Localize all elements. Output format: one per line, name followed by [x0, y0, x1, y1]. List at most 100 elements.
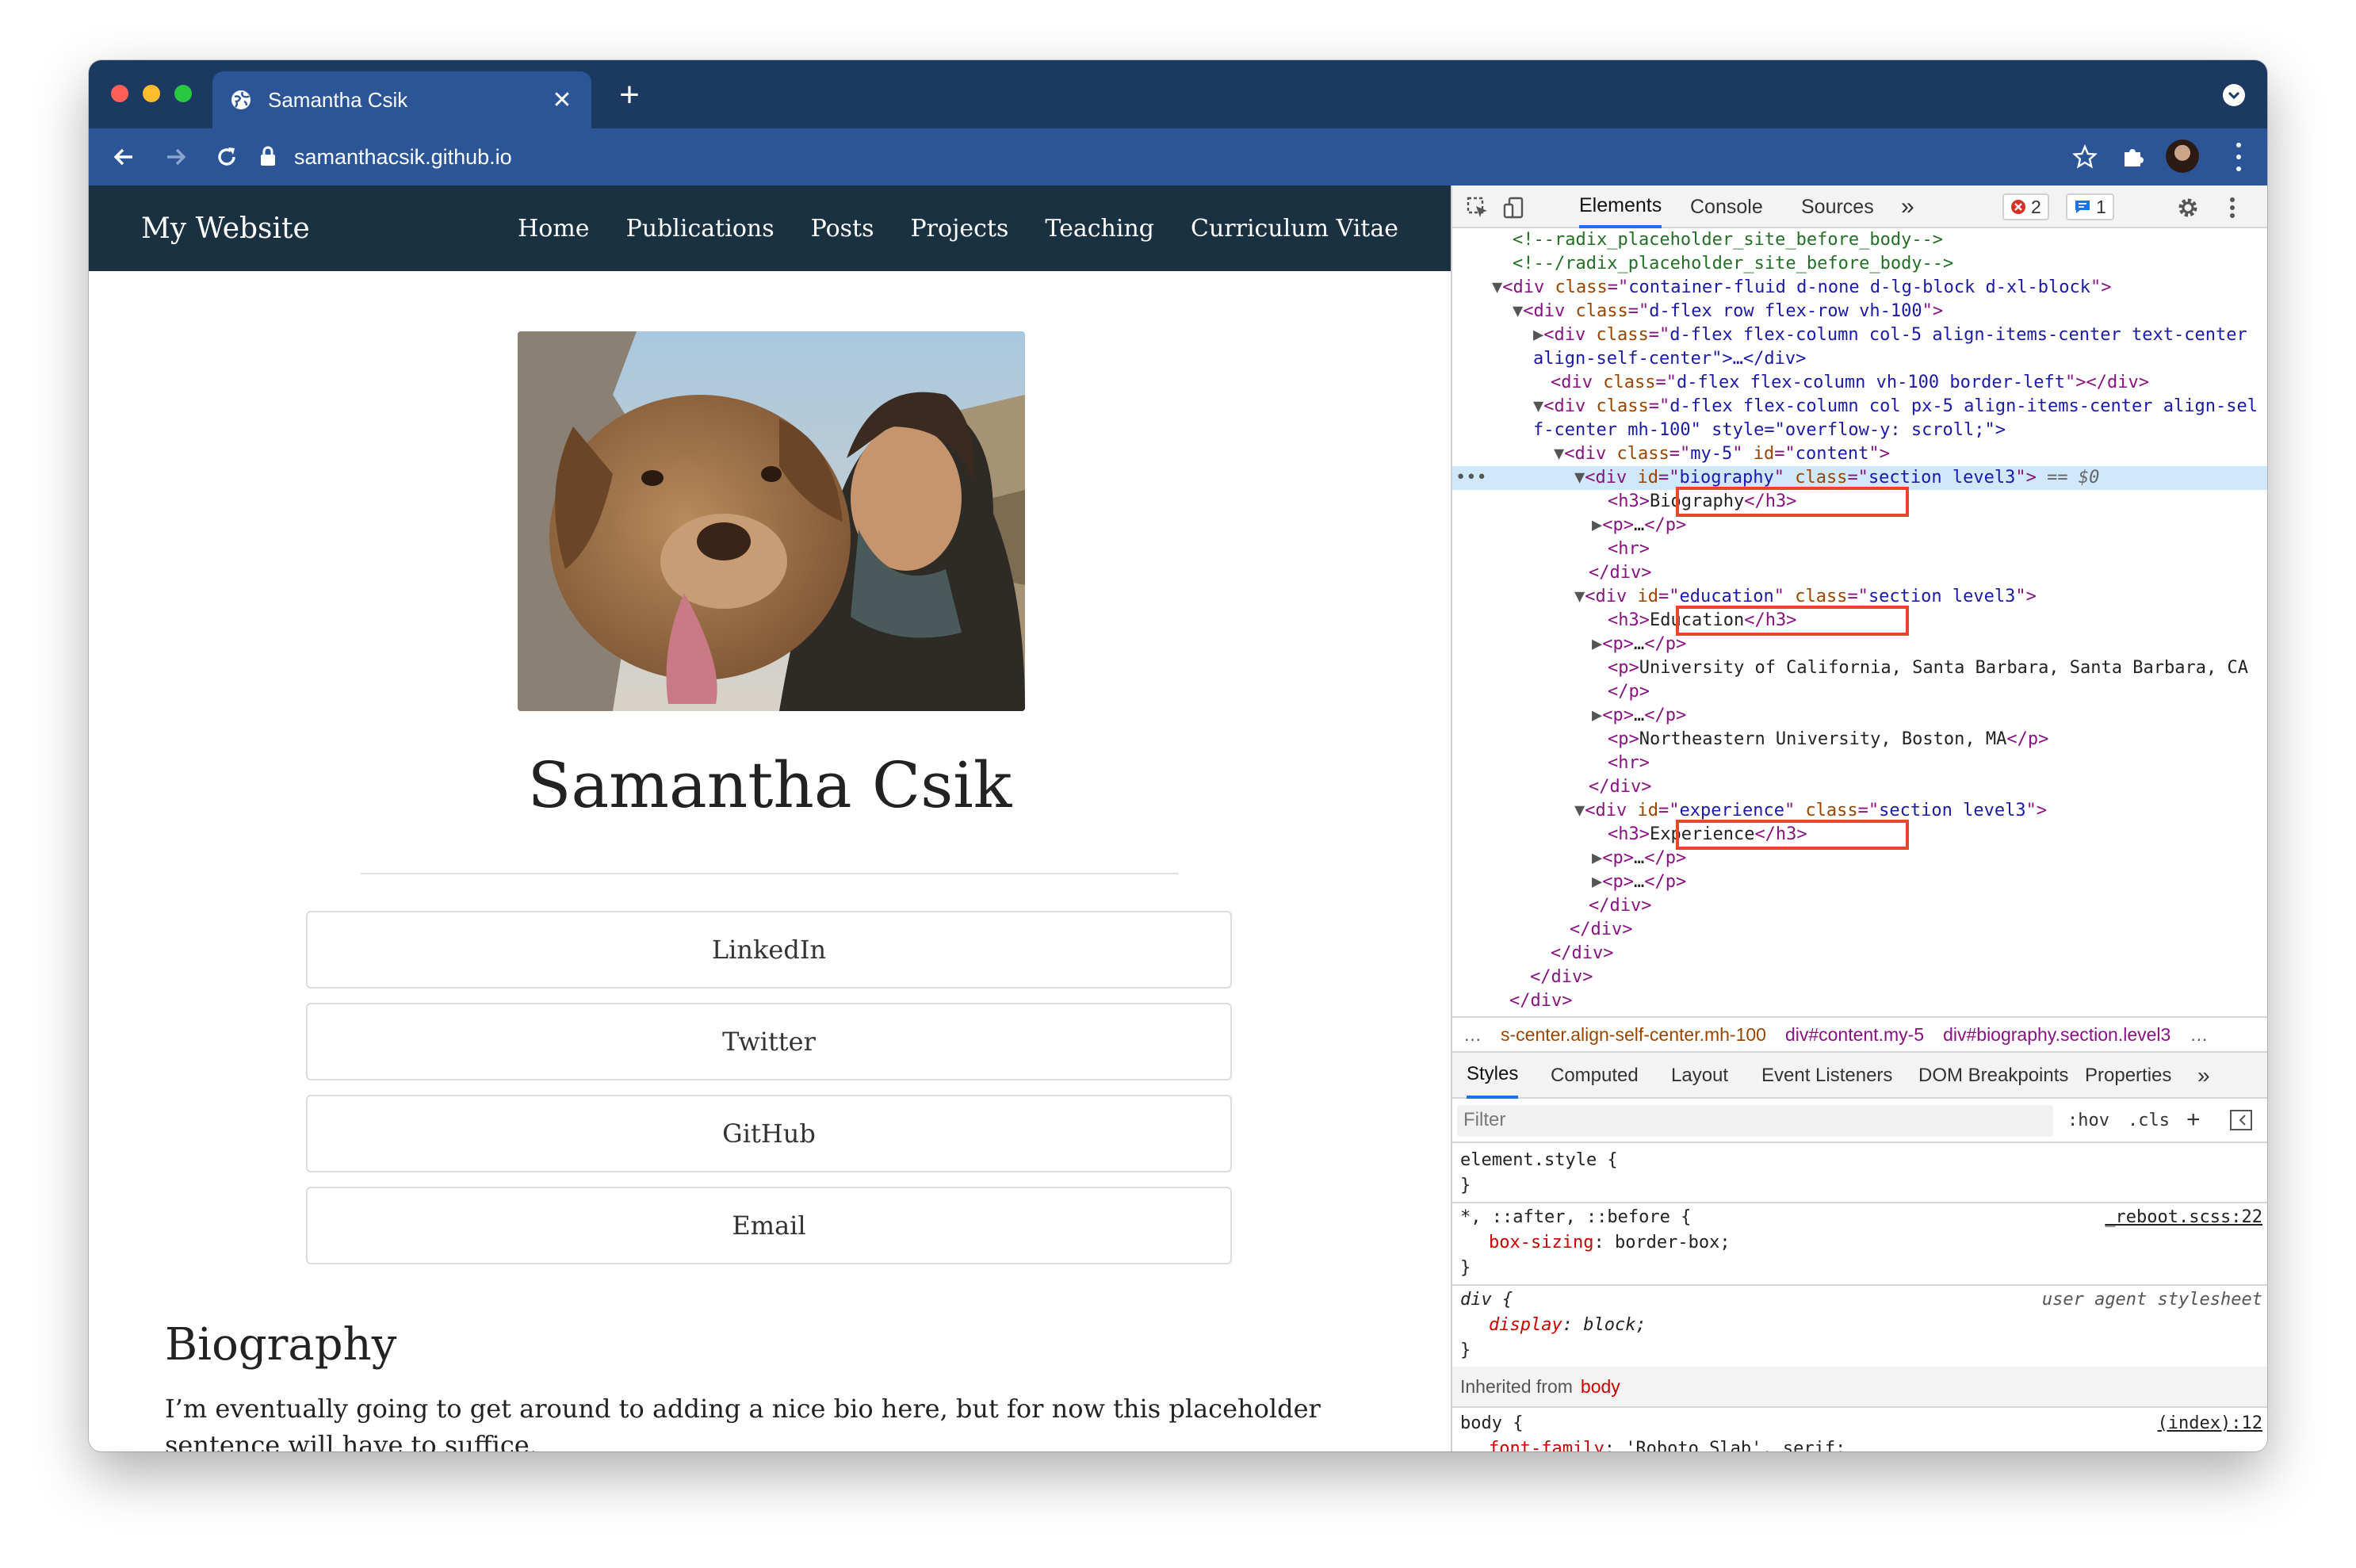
- dom-node[interactable]: ▼<div class="container-fluid d-none d-lg…: [1452, 276, 2267, 300]
- rule-universal-selector[interactable]: *, ::after, ::before {: [1460, 1205, 1691, 1230]
- dom-node[interactable]: </div>: [1452, 918, 2267, 942]
- browser-menu-icon[interactable]: [2234, 143, 2243, 171]
- site-brand[interactable]: My Website: [141, 212, 310, 245]
- linkedin-button[interactable]: LinkedIn: [306, 911, 1232, 989]
- errors-badge[interactable]: 2: [2002, 193, 2049, 220]
- address-bar[interactable]: samanthacsik.github.io: [259, 135, 2097, 179]
- close-devtools-icon[interactable]: [2264, 195, 2267, 220]
- toggle-sidebar-icon[interactable]: [2229, 1108, 2253, 1132]
- profile-avatar[interactable]: [2166, 140, 2199, 173]
- dom-node[interactable]: </div>: [1452, 966, 2267, 989]
- reload-icon[interactable]: [211, 141, 243, 173]
- tab-sources[interactable]: Sources: [1801, 185, 1874, 228]
- nav-projects[interactable]: Projects: [911, 215, 1009, 243]
- nav-cv[interactable]: Curriculum Vitae: [1191, 215, 1398, 243]
- hov-toggle[interactable]: :hov: [2067, 1111, 2109, 1130]
- rule-declaration[interactable]: display: block;: [1489, 1313, 1647, 1338]
- rule-div-selector[interactable]: div {: [1460, 1287, 1513, 1313]
- tab-event-listeners[interactable]: Event Listeners: [1761, 1053, 1892, 1099]
- dom-node[interactable]: </div>: [1452, 989, 2267, 1013]
- dom-node[interactable]: ▶<p>…</p>: [1452, 847, 2267, 870]
- dom-node[interactable]: ▼<div class="my-5" id="content">: [1452, 442, 2267, 466]
- github-button[interactable]: GitHub: [306, 1095, 1232, 1172]
- dom-node[interactable]: <p>Northeastern University, Boston, MA</…: [1452, 728, 2267, 751]
- dom-node[interactable]: </div>: [1452, 942, 2267, 966]
- tab-layout[interactable]: Layout: [1671, 1053, 1728, 1099]
- dom-comment[interactable]: <!--/radix_placeholder_site_before_body-…: [1452, 252, 2267, 276]
- dom-node[interactable]: </div>: [1452, 561, 2267, 585]
- device-toolbar-icon[interactable]: [1501, 195, 1527, 220]
- dom-node[interactable]: ▶<p>…</p>: [1452, 514, 2267, 537]
- settings-gear-icon[interactable]: [2175, 195, 2201, 220]
- dom-node[interactable]: ▼<div id="experience" class="section lev…: [1452, 799, 2267, 823]
- nav-home[interactable]: Home: [518, 215, 589, 243]
- tab-styles[interactable]: Styles: [1467, 1053, 1519, 1099]
- ellipsis-icon[interactable]: •••: [1455, 466, 1487, 490]
- tab-console[interactable]: Console: [1690, 185, 1763, 228]
- nav-publications[interactable]: Publications: [626, 215, 774, 243]
- rule-declaration[interactable]: font-family: 'Roboto Slab', serif;: [1489, 1436, 1845, 1451]
- breadcrumb-item[interactable]: s-center.align-self-center.mh-100: [1501, 1024, 1766, 1046]
- more-tabs-chevron[interactable]: »: [1901, 185, 1914, 228]
- forward-arrow-icon[interactable]: [160, 141, 192, 173]
- breadcrumb-more[interactable]: …: [1463, 1024, 1482, 1046]
- dom-node[interactable]: ▶<p>…</p>: [1452, 633, 2267, 656]
- nav-teaching[interactable]: Teaching: [1045, 215, 1154, 243]
- rule-element-style[interactable]: element.style {: [1460, 1148, 1618, 1173]
- dom-node[interactable]: <hr>: [1452, 751, 2267, 775]
- dom-node[interactable]: ▼<div class="d-flex flex-column col px-5…: [1452, 395, 2267, 419]
- dom-node[interactable]: <h3>Biography</h3>: [1452, 490, 2267, 514]
- dom-node[interactable]: </div>: [1452, 775, 2267, 799]
- rule-body-selector[interactable]: body {: [1460, 1411, 1523, 1436]
- inherited-header: Inherited from body: [1452, 1367, 2267, 1406]
- tab-computed[interactable]: Computed: [1551, 1053, 1639, 1099]
- breadcrumb-item-current[interactable]: div#biography.section.level3: [1943, 1024, 2171, 1046]
- extensions-puzzle-icon[interactable]: [2117, 141, 2148, 173]
- dom-node[interactable]: </div>: [1452, 894, 2267, 918]
- bookmark-star-icon[interactable]: [2069, 141, 2101, 173]
- nav-posts[interactable]: Posts: [811, 215, 874, 243]
- styles-filter-input[interactable]: [1457, 1105, 2053, 1137]
- dom-node[interactable]: <h3>Experience</h3>: [1452, 823, 2267, 847]
- tab-dom-breakpoints[interactable]: DOM Breakpoints: [1918, 1053, 2068, 1099]
- dom-node[interactable]: ▼<div class="d-flex row flex-row vh-100"…: [1452, 300, 2267, 323]
- rule-source-link[interactable]: _reboot.scss:22: [2105, 1205, 2262, 1230]
- zoom-window-button[interactable]: [174, 85, 192, 102]
- dom-comment[interactable]: <!--radix_placeholder_site_before_body--…: [1452, 228, 2267, 252]
- dom-node[interactable]: <hr>: [1452, 537, 2267, 561]
- rule-source-link[interactable]: (index):12: [2158, 1411, 2262, 1436]
- new-style-rule-icon[interactable]: +: [2186, 1107, 2201, 1134]
- back-arrow-icon[interactable]: [108, 141, 140, 173]
- email-button[interactable]: Email: [306, 1187, 1232, 1264]
- inherited-element[interactable]: body: [1581, 1376, 1620, 1398]
- messages-badge[interactable]: 1: [2066, 193, 2114, 220]
- dom-node[interactable]: </p>: [1452, 680, 2267, 704]
- dom-node[interactable]: <h3>Education</h3>: [1452, 609, 2267, 633]
- dom-node-cont[interactable]: align-self-center">…</div>: [1452, 347, 2267, 371]
- dom-node[interactable]: ▶<div class="d-flex flex-column col-5 al…: [1452, 323, 2267, 347]
- inspect-element-icon[interactable]: [1465, 195, 1490, 220]
- rule-declaration[interactable]: box-sizing: border-box;: [1489, 1230, 1731, 1256]
- minimize-window-button[interactable]: [143, 85, 160, 102]
- close-window-button[interactable]: [111, 85, 128, 102]
- dom-node-selected[interactable]: ▼<div id="biography" class="section leve…: [1452, 466, 2267, 490]
- twitter-button[interactable]: Twitter: [306, 1003, 1232, 1080]
- tab-properties[interactable]: Properties: [2085, 1053, 2171, 1099]
- tab-search-icon[interactable]: [2223, 84, 2245, 106]
- dom-node[interactable]: ▼<div id="education" class="section leve…: [1452, 585, 2267, 609]
- dom-node[interactable]: ▶<p>…</p>: [1452, 870, 2267, 894]
- browser-tab[interactable]: Samantha Csik ✕: [212, 71, 591, 128]
- dom-node[interactable]: <div class="d-flex flex-column vh-100 bo…: [1452, 371, 2267, 395]
- tab-elements[interactable]: Elements: [1579, 185, 1662, 228]
- devtools-menu-icon[interactable]: [2220, 195, 2245, 220]
- close-tab-icon[interactable]: ✕: [550, 86, 574, 114]
- more-style-tabs-chevron[interactable]: »: [2197, 1053, 2210, 1099]
- new-tab-button[interactable]: +: [612, 78, 647, 113]
- breadcrumb-more[interactable]: …: [2190, 1024, 2208, 1046]
- dom-node[interactable]: <p>University of California, Santa Barba…: [1452, 656, 2267, 680]
- message-icon: [2074, 199, 2091, 215]
- breadcrumb-item[interactable]: div#content.my-5: [1785, 1024, 1924, 1046]
- cls-toggle[interactable]: .cls: [2128, 1111, 2170, 1130]
- dom-node-cont[interactable]: f-center mh-100" style="overflow-y: scro…: [1452, 419, 2267, 442]
- dom-node[interactable]: ▶<p>…</p>: [1452, 704, 2267, 728]
